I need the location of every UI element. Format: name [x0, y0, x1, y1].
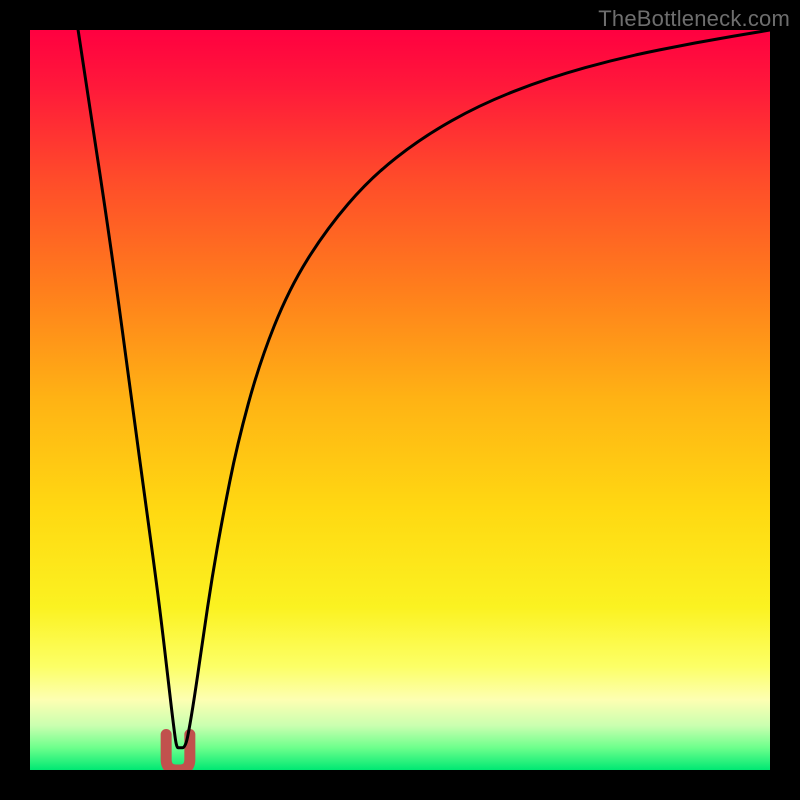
chart-frame — [30, 30, 770, 770]
bottleneck-chart — [30, 30, 770, 770]
heat-background — [30, 30, 770, 770]
watermark-text: TheBottleneck.com — [598, 6, 790, 32]
